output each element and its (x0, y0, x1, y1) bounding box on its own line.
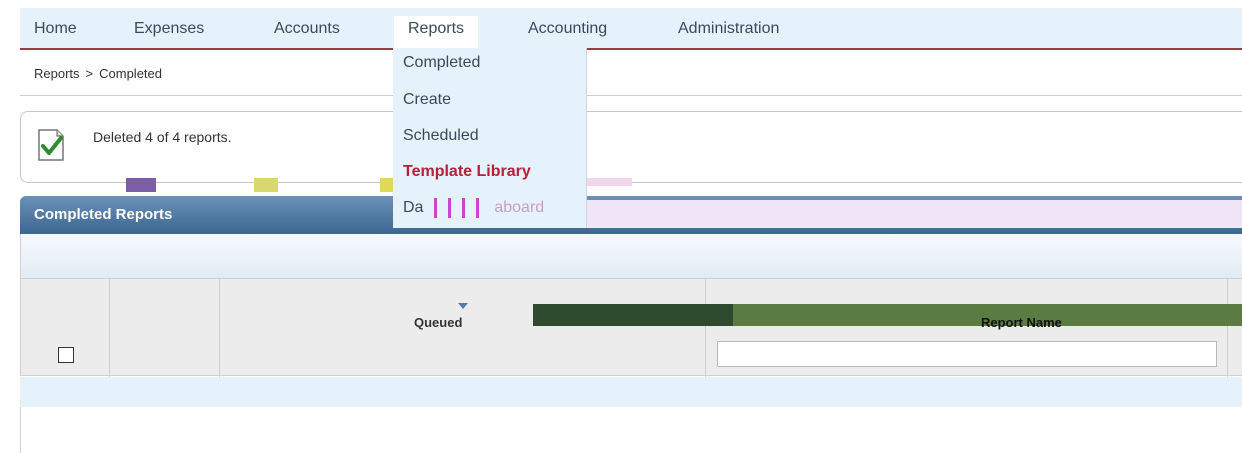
grid-toolbar (20, 234, 1242, 278)
menu-item-template-library[interactable]: Template Library (403, 163, 531, 181)
render-artifact (126, 178, 156, 192)
nav-administration[interactable]: Administration (678, 20, 779, 38)
nav-accounting[interactable]: Accounting (528, 20, 607, 38)
status-message-text: Deleted 4 of 4 reports. (93, 129, 232, 145)
nav-home[interactable]: Home (34, 20, 77, 38)
grid-empty-row (20, 377, 1242, 407)
reports-dropdown-menu: Completed Create Scheduled Template Libr… (393, 48, 587, 228)
menu-item-dashboard-prefix: Da (403, 199, 424, 217)
column-divider (219, 279, 220, 377)
render-artifact (533, 304, 733, 326)
breadcrumb: Reports > Completed (34, 66, 168, 81)
column-divider (705, 279, 706, 377)
render-artifact (254, 178, 278, 192)
breadcrumb-current: Completed (99, 66, 162, 81)
nav-accounts[interactable]: Accounts (274, 20, 340, 38)
render-artifact (427, 198, 490, 218)
menu-item-completed[interactable]: Completed (403, 54, 480, 72)
column-header-queued[interactable]: Queued (414, 315, 462, 330)
nav-expenses[interactable]: Expenses (134, 20, 204, 38)
check-document-icon (38, 129, 64, 161)
sort-desc-icon[interactable] (458, 303, 468, 309)
breadcrumb-root[interactable]: Reports (34, 66, 80, 81)
report-name-filter-input[interactable] (717, 341, 1217, 367)
menu-item-dashboard-suffix: aboard (494, 199, 545, 217)
grid-left-border (20, 407, 21, 453)
menu-item-create[interactable]: Create (403, 91, 451, 109)
grid-header: Queued Report Name (20, 278, 1242, 377)
menu-item-scheduled[interactable]: Scheduled (403, 127, 479, 145)
top-nav: Home Expenses Accounts Reports Accountin… (20, 8, 1242, 50)
panel-title: Completed Reports (34, 206, 173, 223)
render-artifact (587, 200, 1242, 228)
render-artifact (587, 178, 632, 186)
select-all-checkbox[interactable] (58, 347, 74, 363)
column-divider (109, 279, 110, 377)
status-message: Deleted 4 of 4 reports. (20, 111, 1242, 183)
column-header-report-name[interactable]: Report Name (981, 315, 1062, 330)
column-divider (1227, 279, 1228, 377)
nav-reports[interactable]: Reports (394, 16, 479, 50)
divider (20, 95, 1242, 96)
breadcrumb-separator: > (85, 66, 94, 81)
menu-item-dashboard[interactable]: Da aboard (403, 198, 587, 224)
